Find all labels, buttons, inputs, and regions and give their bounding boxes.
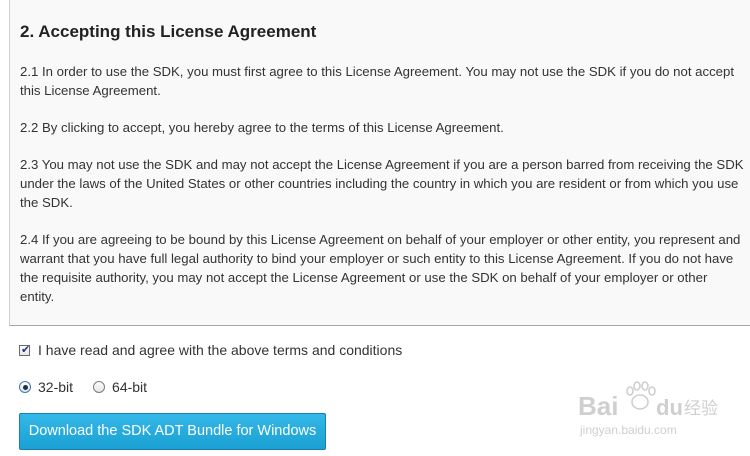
section-heading: 2. Accepting this License Agreement [20,22,317,41]
license-paragraph-2-3: 2.3 You may not use the SDK and may not … [20,157,744,210]
license-agreement-panel: 2. Accepting this License Agreement 2.1 … [9,0,750,326]
checkmark-icon: ✔ [21,342,31,356]
radio-64-bit-label[interactable]: 64-bit [112,379,147,395]
baidu-jingyan-watermark-logo: Bai du 经验 jingyan.baidu.com [578,376,728,440]
svg-text:经验: 经验 [684,399,718,419]
license-paragraph-2-2: 2.2 By clicking to accept, you hereby ag… [20,120,504,135]
license-content: 2. Accepting this License Agreement 2.1 … [20,20,744,306]
svg-text:Bai: Bai [578,391,618,421]
download-sdk-button[interactable]: Download the SDK ADT Bundle for Windows [19,413,326,450]
license-paragraph-2-4: 2.4 If you are agreeing to be bound by t… [20,232,741,304]
radio-option-32-bit[interactable]: 32-bit [19,379,73,395]
agree-terms-row[interactable]: ✔ I have read and agree with the above t… [19,340,402,360]
radio-option-64-bit[interactable]: 64-bit [93,379,147,395]
radio-32-bit-label[interactable]: 32-bit [38,379,73,395]
license-paragraph-2-1: 2.1 In order to use the SDK, you must fi… [20,64,734,98]
radio-selected-dot-icon [22,384,28,390]
agree-checkbox-label[interactable]: I have read and agree with the above ter… [38,342,402,358]
radio-32-bit[interactable] [19,381,31,393]
architecture-selector: 32-bit 64-bit [19,377,147,397]
svg-text:du: du [656,395,683,420]
agree-checkbox[interactable]: ✔ [19,342,31,356]
radio-64-bit[interactable] [93,381,106,393]
svg-text:jingyan.baidu.com: jingyan.baidu.com [579,423,677,437]
